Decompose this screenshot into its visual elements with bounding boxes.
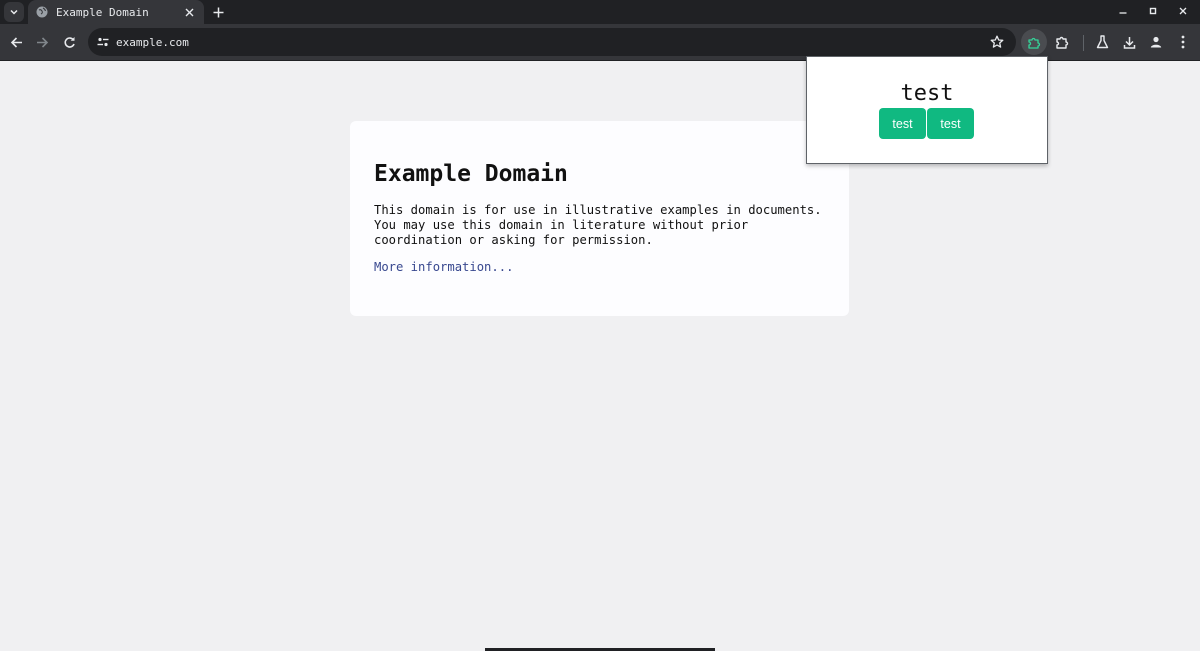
profile-button[interactable] [1144,30,1168,54]
tab-search-button[interactable] [4,2,24,22]
maximize-icon [1149,7,1157,15]
flask-icon [1096,35,1108,49]
back-button[interactable] [4,30,28,54]
close-icon [185,8,193,16]
maximize-button[interactable] [1137,0,1169,22]
back-arrow-icon [10,36,22,48]
extension-popup: test test test [806,56,1048,164]
globe-icon [36,6,48,18]
more-information-link[interactable]: More information... [374,260,825,274]
downloads-button[interactable] [1117,30,1141,54]
content-card: Example Domain This domain is for use in… [350,121,849,316]
minimize-button[interactable] [1107,0,1139,22]
forward-button[interactable] [30,30,54,54]
site-info-button[interactable] [96,35,110,49]
tune-icon [97,37,109,47]
page-description: This domain is for use in illustrative e… [374,203,822,247]
close-icon [1179,7,1187,15]
popup-test-button-2[interactable]: test [927,108,974,139]
active-extension-button[interactable] [1021,29,1047,55]
tab-title: Example Domain [56,5,149,19]
popup-button-group: test test [879,108,974,139]
plus-icon [213,7,223,17]
page-title: Example Domain [374,161,568,187]
new-tab-button[interactable] [208,2,228,22]
close-window-button[interactable] [1167,0,1199,22]
tab-example-domain[interactable]: Example Domain [28,0,204,24]
puzzle-icon [1055,36,1068,49]
star-icon [990,35,1004,48]
popup-title: test [900,81,954,106]
address-bar[interactable]: example.com [88,28,1016,56]
bookmark-button[interactable] [985,30,1009,54]
labs-button[interactable] [1090,30,1114,54]
kebab-menu-icon [1181,35,1185,49]
reload-icon [63,36,75,48]
url-text: example.com [116,35,189,49]
person-icon [1150,36,1162,48]
close-tab-button[interactable] [182,5,196,19]
extensions-button[interactable] [1050,30,1074,54]
popup-test-button-1[interactable]: test [879,108,926,139]
tab-strip: Example Domain [0,0,1200,24]
toolbar-divider [1083,35,1084,51]
browser-menu-button[interactable] [1171,30,1195,54]
forward-arrow-icon [36,36,48,48]
reload-button[interactable] [57,30,81,54]
puzzle-icon [1027,37,1040,49]
download-icon [1123,36,1135,49]
minimize-icon [1119,12,1127,14]
chevron-down-icon [10,9,18,15]
